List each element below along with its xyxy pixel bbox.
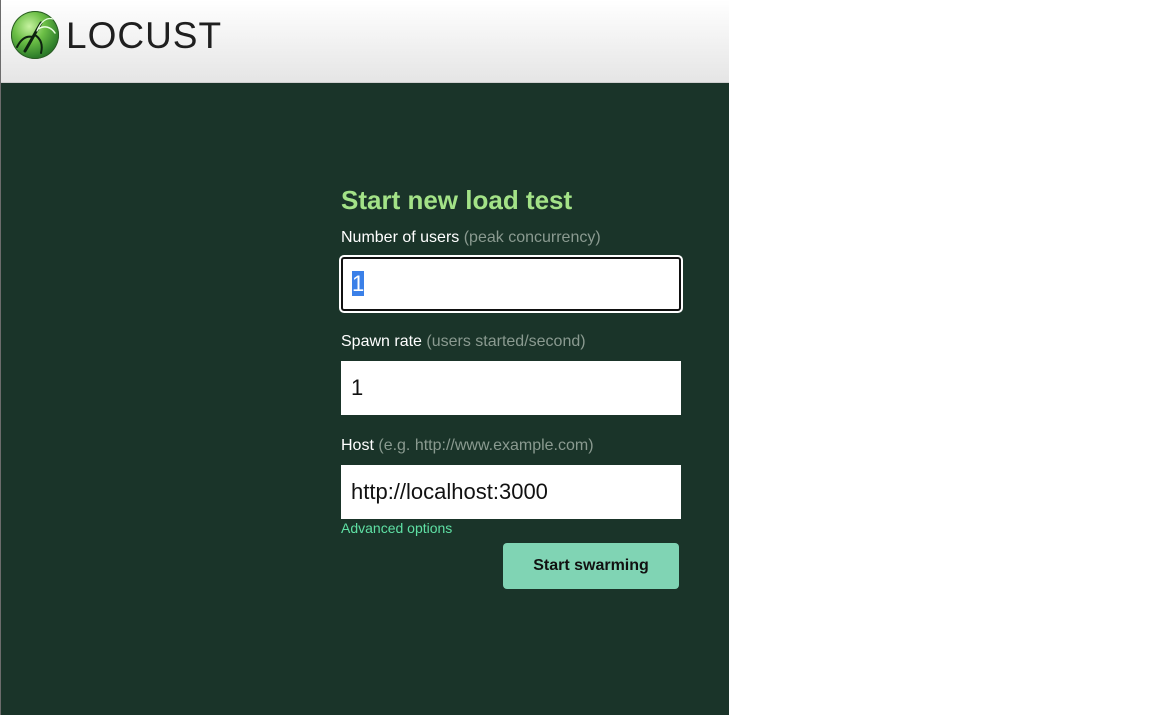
locust-logo-icon: [11, 11, 59, 59]
spawn-rate-field-label: Spawn rate (users started/second): [341, 332, 683, 352]
users-hint: (peak concurrency): [463, 229, 601, 246]
host-label: Host: [341, 437, 374, 454]
form-title: Start new load test: [341, 185, 573, 215]
spawn-rate-input-value: 1: [351, 375, 364, 400]
spawn-rate-label: Spawn rate: [341, 333, 422, 350]
spawn-rate-input[interactable]: 1: [341, 361, 681, 415]
header: LOCUST: [1, 0, 729, 83]
host-hint: (e.g. http://www.example.com): [378, 437, 594, 454]
logo-text: LOCUST: [66, 14, 223, 56]
users-field-label: Number of users (peak concurrency): [341, 228, 683, 248]
users-input-value: 1: [352, 271, 365, 296]
host-input[interactable]: http://localhost:3000: [341, 465, 681, 519]
users-input[interactable]: 1: [339, 255, 683, 313]
advanced-options-link[interactable]: Advanced options: [341, 520, 452, 536]
spawn-rate-hint: (users started/second): [426, 333, 586, 350]
start-swarming-button[interactable]: Start swarming: [503, 543, 679, 589]
host-input-value: http://localhost:3000: [351, 479, 548, 504]
users-label: Number of users: [341, 229, 460, 246]
app-panel: LOCUST Start new load test Number of use…: [0, 0, 729, 715]
host-field-label: Host (e.g. http://www.example.com): [341, 436, 683, 456]
logo[interactable]: LOCUST: [11, 11, 222, 59]
start-test-form: Start new load test Number of users (pea…: [339, 184, 683, 589]
